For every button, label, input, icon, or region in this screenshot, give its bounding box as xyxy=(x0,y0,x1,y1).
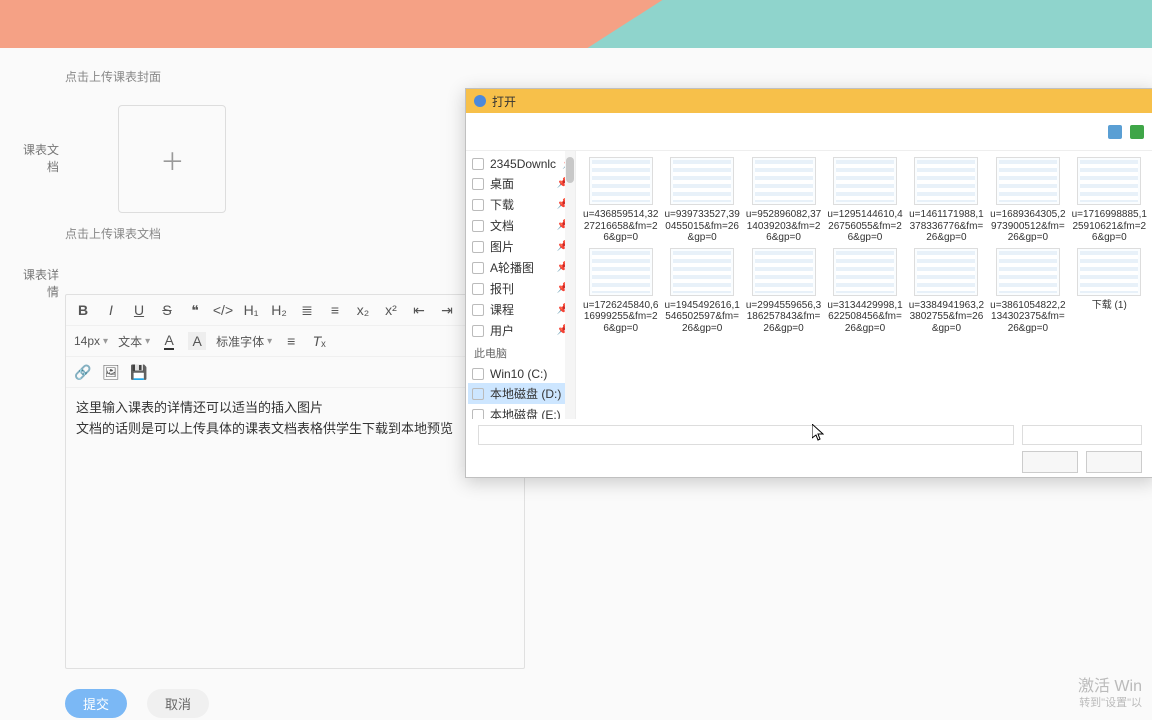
file-grid: u=436859514,3227216658&fm=26&gp=0u=93973… xyxy=(576,151,1152,419)
h1-icon[interactable]: H₁ xyxy=(242,301,260,319)
underline-icon[interactable]: U xyxy=(130,301,148,319)
fontfamily-select[interactable]: 标准字体 xyxy=(216,333,272,350)
indent-icon[interactable]: ⇥ xyxy=(438,301,456,319)
sidebar-quick-item[interactable]: 课程📌 xyxy=(468,299,573,320)
label-detail: 课表详情 xyxy=(15,266,65,300)
strike-icon[interactable]: S xyxy=(158,301,176,319)
view-icon[interactable] xyxy=(1108,125,1122,139)
sidebar-quick-item[interactable]: 下载📌 xyxy=(468,194,573,215)
bold-icon[interactable]: B xyxy=(74,301,92,319)
italic-icon[interactable]: I xyxy=(102,301,120,319)
hint-upload-doc: 点击上传课表文档 xyxy=(65,225,525,242)
fontcolor-icon[interactable]: A xyxy=(160,332,178,350)
sidebar-scrollbar[interactable] xyxy=(565,151,575,419)
editor-line2: 文档的话则是可以上传具体的课表文档表格供学生下载到本地预览 xyxy=(76,419,514,440)
link-icon[interactable]: 🔗 xyxy=(74,363,92,381)
file-tile[interactable]: u=3861054822,2134302375&fm=26&gp=0 xyxy=(989,248,1066,335)
watermark-main: 激活 Win xyxy=(1078,672,1142,696)
ul-icon[interactable]: ≣ xyxy=(298,301,316,319)
file-tile[interactable]: 下载 (1) xyxy=(1071,248,1148,335)
cancel-button[interactable]: 取消 xyxy=(147,689,209,718)
filename-input[interactable] xyxy=(478,425,1014,445)
file-tile[interactable]: u=3134429998,1622508456&fm=26&gp=0 xyxy=(826,248,903,335)
file-tile[interactable]: u=1689364305,2973900512&fm=26&gp=0 xyxy=(989,157,1066,244)
ol-icon[interactable]: ≡ xyxy=(326,301,344,319)
sidebar-quick-item[interactable]: 图片📌 xyxy=(468,236,573,257)
quote-icon[interactable]: ❝ xyxy=(186,301,204,319)
file-tile[interactable]: u=3384941963,23802755&fm=26&gp=0 xyxy=(908,248,985,335)
dialog-titlebar: 打开 xyxy=(466,89,1152,113)
filetype-select[interactable] xyxy=(1022,425,1142,445)
submit-button[interactable]: 提交 xyxy=(65,689,127,718)
file-tile[interactable]: u=952896082,3714039203&fm=26&gp=0 xyxy=(745,157,822,244)
dialog-app-icon xyxy=(474,95,486,107)
dialog-cancel-button[interactable] xyxy=(1086,451,1142,473)
sidebar-drive-item[interactable]: 本地磁盘 (E:) xyxy=(468,404,573,419)
file-tile[interactable]: u=939733527,390455015&fm=26&gp=0 xyxy=(663,157,740,244)
sidebar-drive-item[interactable]: 本地磁盘 (D:) xyxy=(468,383,573,404)
refresh-icon[interactable] xyxy=(1130,125,1144,139)
sidebar-quick-item[interactable]: 文档📌 xyxy=(468,215,573,236)
hint-upload-cover: 点击上传课表封面 xyxy=(65,68,525,85)
sup-icon[interactable]: x² xyxy=(382,301,400,319)
sidebar-thispc-head: 此电脑 xyxy=(468,341,573,365)
file-tile[interactable]: u=2994559656,3186257843&fm=26&gp=0 xyxy=(745,248,822,335)
file-tile[interactable]: u=1295144610,426756055&fm=26&gp=0 xyxy=(826,157,903,244)
save-icon[interactable]: 💾 xyxy=(130,363,148,381)
dialog-open-button[interactable] xyxy=(1022,451,1078,473)
rich-editor[interactable]: B I U S ❝ </> H₁ H₂ ≣ ≡ x₂ x² ⇤ ⇥ 14px 文… xyxy=(65,294,525,669)
align-icon[interactable]: ≡ xyxy=(282,332,300,350)
label-doc: 课表文档 xyxy=(15,141,65,175)
h2-icon[interactable]: H₂ xyxy=(270,301,288,319)
sidebar-quick-item[interactable]: 报刊📌 xyxy=(468,278,573,299)
image-icon[interactable]: 🖼 xyxy=(102,363,120,381)
clear-icon[interactable]: Tₓ xyxy=(310,332,328,350)
sub-icon[interactable]: x₂ xyxy=(354,301,372,319)
texttype-select[interactable]: 文本 xyxy=(118,333,150,350)
sidebar-quick-item[interactable]: A轮播图📌 xyxy=(468,257,573,278)
watermark-sub: 转到"设置"以 xyxy=(1079,694,1142,710)
file-tile[interactable]: u=1716998885,125910621&fm=26&gp=0 xyxy=(1071,157,1148,244)
file-tile[interactable]: u=1726245840,616999255&fm=26&gp=0 xyxy=(582,248,659,335)
bgcolor-icon[interactable]: A xyxy=(188,332,206,350)
editor-content[interactable]: 这里输入课表的详情还可以适当的插入图片 文档的话则是可以上传具体的课表文档表格供… xyxy=(66,388,524,668)
outdent-icon[interactable]: ⇤ xyxy=(410,301,428,319)
sidebar-drive-item[interactable]: Win10 (C:) xyxy=(468,365,573,383)
file-tile[interactable]: u=1461171988,1378336776&fm=26&gp=0 xyxy=(908,157,985,244)
dialog-title-text: 打开 xyxy=(492,93,516,110)
file-open-dialog: 打开 2345Downlc📌桌面📌下载📌文档📌图片📌A轮播图📌报刊📌课程📌用户📌… xyxy=(465,88,1152,478)
sidebar-quick-item[interactable]: 桌面📌 xyxy=(468,173,573,194)
code-icon[interactable]: </> xyxy=(214,301,232,319)
sidebar-quick-item[interactable]: 用户📌 xyxy=(468,320,573,341)
upload-doc-box[interactable]: ＋ xyxy=(118,105,226,213)
fontsize-select[interactable]: 14px xyxy=(74,334,108,348)
editor-line1: 这里输入课表的详情还可以适当的插入图片 xyxy=(76,398,514,419)
dialog-sidebar: 2345Downlc📌桌面📌下载📌文档📌图片📌A轮播图📌报刊📌课程📌用户📌 此电… xyxy=(466,151,576,419)
sidebar-quick-item[interactable]: 2345Downlc📌 xyxy=(468,155,573,173)
plus-icon: ＋ xyxy=(160,142,184,177)
file-tile[interactable]: u=1945492616,1546502597&fm=26&gp=0 xyxy=(663,248,740,335)
file-tile[interactable]: u=436859514,3227216658&fm=26&gp=0 xyxy=(582,157,659,244)
